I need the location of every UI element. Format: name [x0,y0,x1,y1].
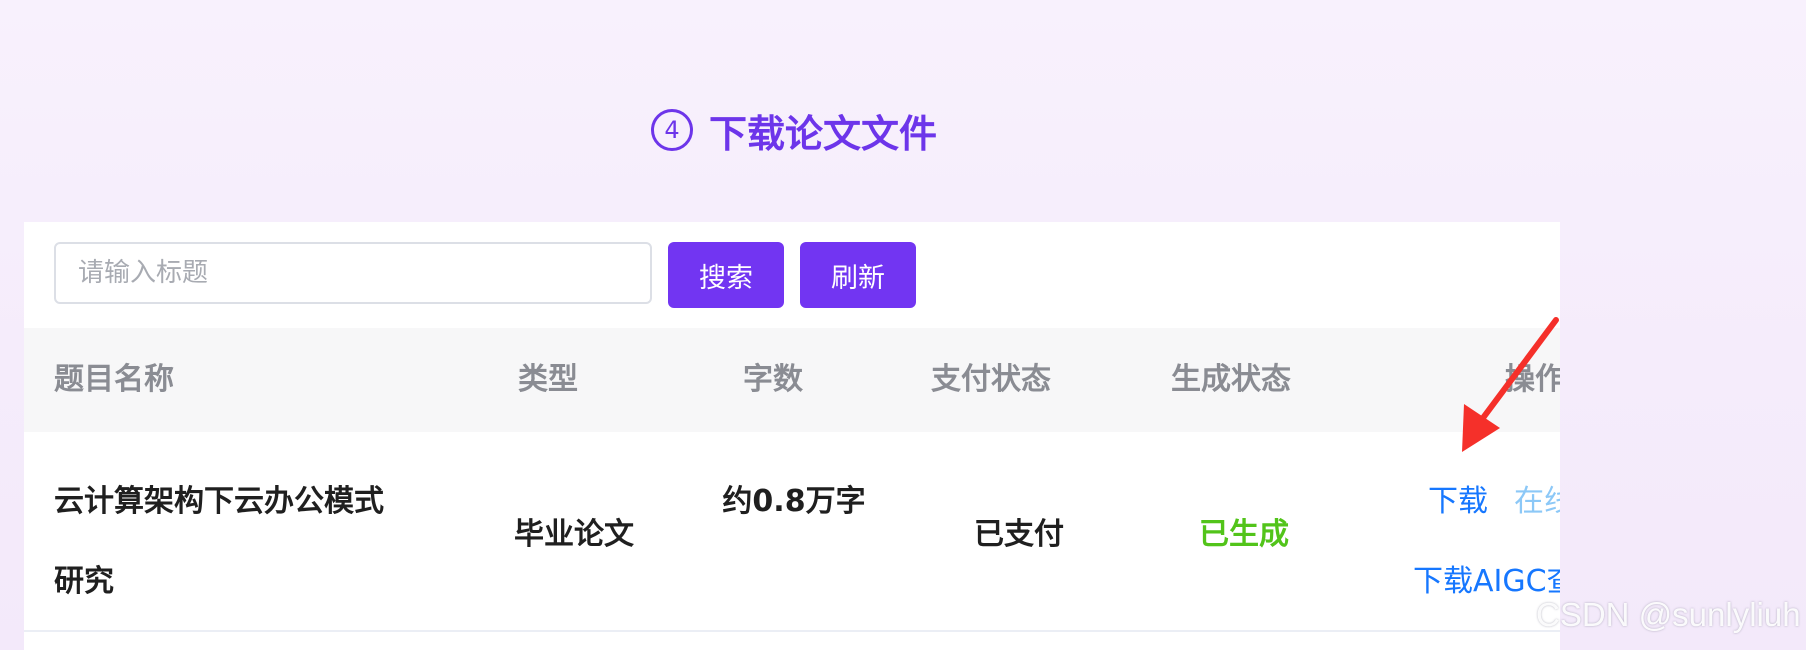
toolbar: 搜索 刷新 [54,242,916,308]
column-header-words: 字数 [743,362,803,397]
csdn-watermark: CSDN @sunlyliuh [1536,596,1801,633]
download-link[interactable]: 下载 [1428,476,1488,520]
step-header: 4 下载论文文件 [651,104,937,156]
online-view-link[interactable]: 在线 [1514,476,1560,520]
download-aigc-report-link[interactable]: 下载AIGC查 [1413,556,1560,600]
gen-status-cell: 已生成 [1199,517,1289,552]
refresh-button[interactable]: 刷新 [800,242,916,308]
table-row: 云计算架构下云办公模式研究 毕业论文 约0.8万字 已支付 已生成 下载 在线 … [24,432,1560,632]
paper-list-card: 搜索 刷新 题目名称 类型 字数 支付状态 生成状态 操作 云计算架构下云办公模… [24,222,1560,650]
word-count-cell: 约0.8万字 [722,484,866,519]
table-header: 题目名称 类型 字数 支付状态 生成状态 操作 [24,328,1560,432]
pay-status-cell: 已支付 [974,517,1064,552]
title-search-input[interactable] [54,242,652,304]
column-header-pay-status: 支付状态 [931,362,1051,397]
paper-type-cell: 毕业论文 [514,517,634,552]
column-header-title: 题目名称 [54,362,174,397]
column-header-type: 类型 [518,362,578,397]
annotation-arrow-icon [1462,317,1559,452]
paper-title-cell: 云计算架构下云办公模式研究 [54,484,384,599]
step-title: 下载论文文件 [709,111,938,156]
search-button[interactable]: 搜索 [668,242,784,308]
step-number-badge: 4 [651,109,693,151]
column-header-gen-status: 生成状态 [1171,362,1291,397]
